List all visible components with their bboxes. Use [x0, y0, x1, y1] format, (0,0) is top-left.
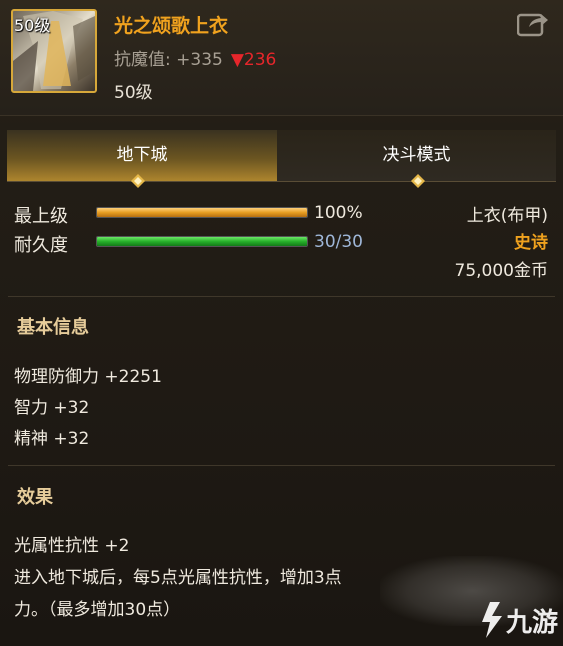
basic-info-line: 智力 +32 [14, 398, 90, 418]
item-level-badge: 50级 [14, 16, 51, 35]
effect-title: 效果 [17, 487, 53, 508]
magic-resist-diff: 236 [243, 50, 277, 70]
durability-bar [96, 236, 308, 247]
watermark-text: 九游 [505, 608, 558, 638]
rarity-label: 史诗 [514, 233, 548, 253]
upgrade-value: 100% [314, 203, 363, 223]
tab-diamond-icon [411, 174, 425, 188]
slot-type: 上衣(布甲) [466, 206, 548, 226]
down-triangle-icon: ▼ [230, 50, 244, 70]
jiuyou-watermark-logo: 九游 [482, 602, 558, 638]
item-header: 50级 光之颂歌上衣 抗魔值: +335 ▼236 50级 [0, 0, 563, 116]
basic-info-title: 基本信息 [17, 317, 89, 338]
durability-label: 耐久度 [14, 235, 68, 256]
upgrade-bar [96, 207, 308, 218]
effect-line: 力。（最多增加30点） [14, 600, 181, 620]
effect-line: 进入地下城后，每5点光属性抗性，增加3点 [14, 568, 342, 588]
durability-bar-fill [97, 237, 307, 246]
required-level: 50级 [114, 83, 153, 103]
upgrade-bar-fill [97, 208, 307, 217]
basic-info-line: 物理防御力 +2251 [14, 367, 162, 387]
basic-info-line: 精神 +32 [14, 429, 90, 449]
share-icon[interactable] [516, 11, 549, 37]
effect-line: 光属性抗性 +2 [14, 536, 130, 556]
sell-price: 75,000金币 [454, 261, 548, 281]
mode-tabs: 地下城 决斗模式 [7, 130, 556, 182]
section-divider [8, 465, 555, 466]
tab-diamond-icon [131, 174, 145, 188]
tab-divider [7, 181, 556, 182]
upgrade-label: 最上级 [14, 206, 68, 227]
item-tooltip-panel: 50级 光之颂歌上衣 抗魔值: +335 ▼236 50级 地下城 决斗模式 最上… [0, 0, 563, 646]
section-divider [8, 296, 555, 297]
item-name: 光之颂歌上衣 [114, 15, 229, 37]
magic-resist-label: 抗魔值: +335 [114, 50, 223, 70]
magic-resist-row: 抗魔值: +335 ▼236 [114, 45, 276, 70]
durability-value: 30/30 [314, 232, 363, 252]
